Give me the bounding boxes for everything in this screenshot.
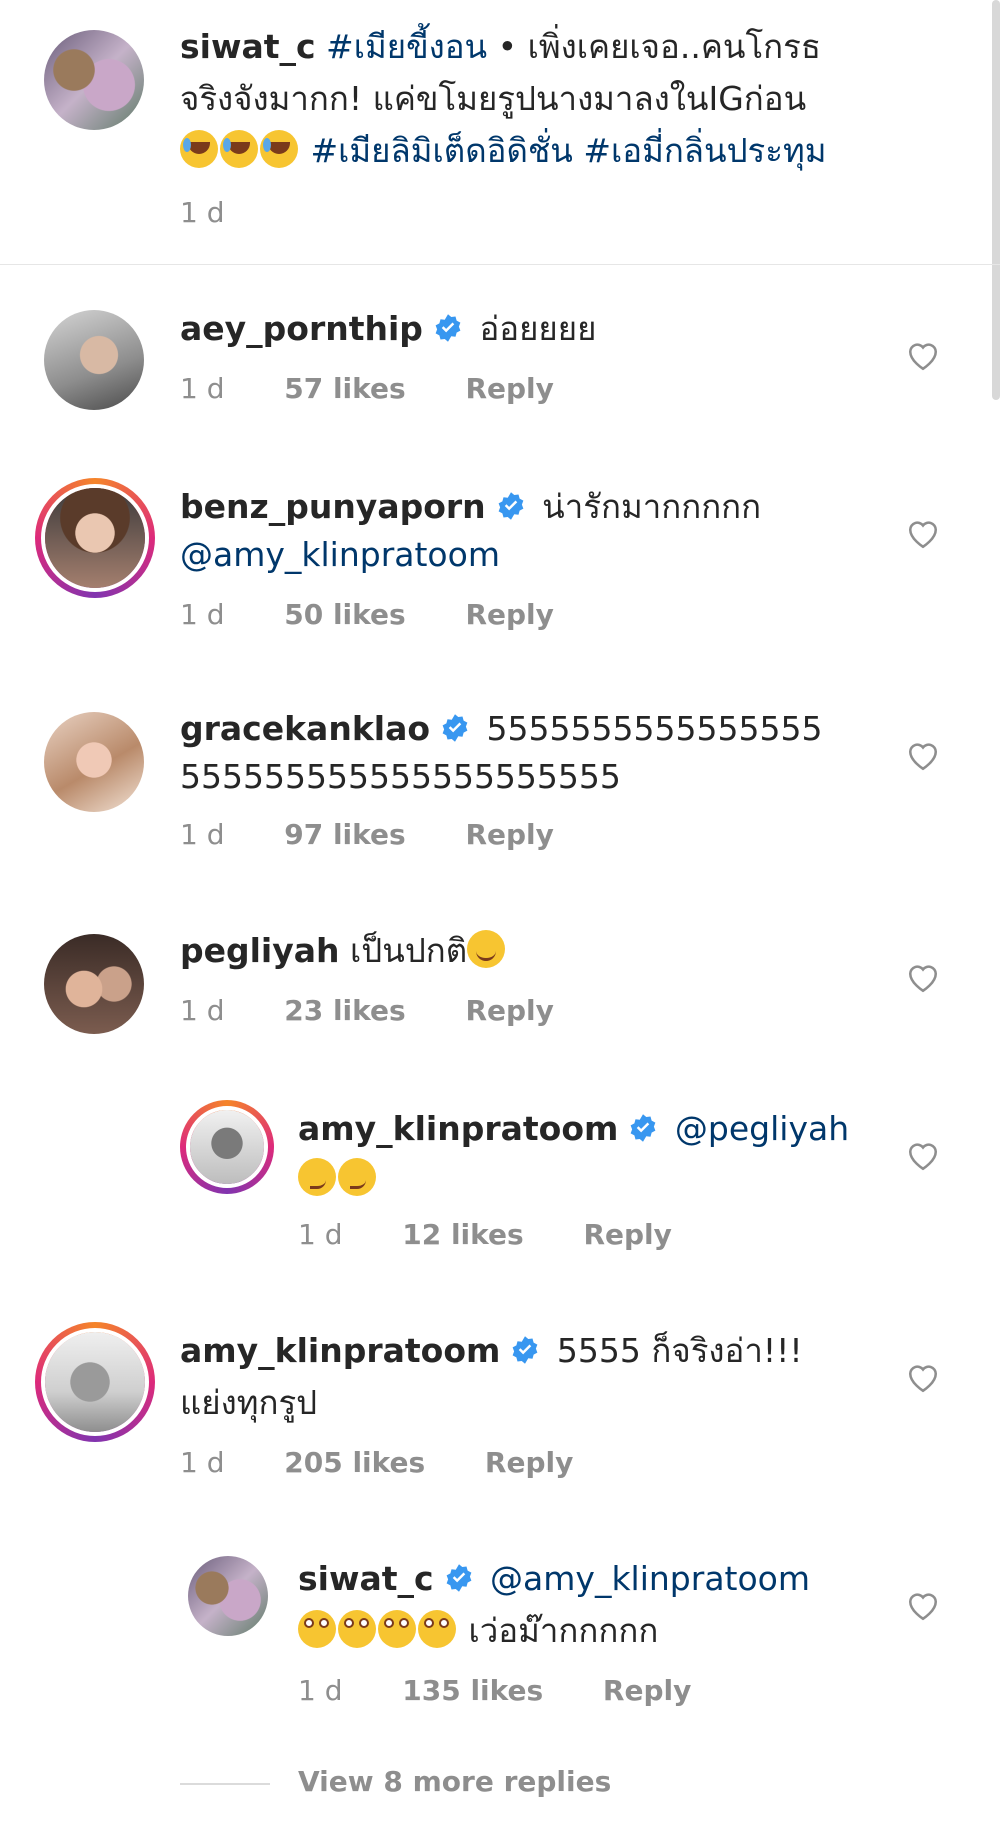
view-more-replies-button[interactable]: View 8 more replies bbox=[298, 1765, 611, 1798]
heart-icon[interactable] bbox=[906, 1140, 940, 1172]
reply-button[interactable]: Reply bbox=[465, 994, 553, 1027]
caption-line-3: #เมียลิมิเต็ดอิดิชั่น #เอมี่กลิ่นประทุม bbox=[180, 128, 827, 174]
avatar[interactable] bbox=[44, 30, 144, 130]
heart-icon[interactable] bbox=[906, 1590, 940, 1622]
comment-username[interactable]: amy_klinpratoom bbox=[298, 1109, 618, 1148]
caption-hashtags[interactable]: #เมียลิมิเต็ดอิดิชั่น #เอมี่กลิ่นประทุม bbox=[300, 131, 826, 170]
laughing-emoji-icon bbox=[220, 130, 258, 168]
verified-badge-icon bbox=[631, 1114, 656, 1142]
comment-username[interactable]: amy_klinpratoom bbox=[180, 1331, 500, 1370]
comment-time: 1 d bbox=[298, 1218, 343, 1251]
reply-button[interactable]: Reply bbox=[583, 1218, 671, 1251]
heart-icon[interactable] bbox=[906, 518, 940, 550]
reply-button[interactable]: Reply bbox=[485, 1446, 573, 1479]
smiling-emoji-icon bbox=[467, 930, 506, 968]
comment-mention[interactable]: @amy_klinpratoom bbox=[180, 532, 500, 578]
comment-time: 1 d bbox=[180, 1446, 225, 1479]
avatar[interactable] bbox=[44, 712, 144, 812]
comment-mention[interactable]: @amy_klinpratoom bbox=[490, 1559, 810, 1598]
reply-button[interactable]: Reply bbox=[603, 1674, 691, 1707]
comment-username[interactable]: benz_punyaporn bbox=[180, 487, 486, 526]
comment-username[interactable]: siwat_c bbox=[298, 1559, 434, 1598]
view-more-divider bbox=[180, 1783, 270, 1785]
avatar[interactable] bbox=[44, 310, 144, 410]
avatar[interactable] bbox=[180, 1100, 274, 1194]
eye-roll-emoji-icon bbox=[378, 1610, 416, 1648]
avatar[interactable] bbox=[44, 934, 144, 1034]
laughing-emoji-icon bbox=[180, 130, 218, 168]
comment-time: 1 d bbox=[180, 598, 225, 631]
caption-line-1: siwat_c #เมียขี้งอน • เพิ่งเคยเจอ..คนโกร… bbox=[180, 24, 821, 70]
comment-meta: 1 d 23 likes Reply bbox=[180, 994, 554, 1027]
likes-count[interactable]: 23 likes bbox=[284, 994, 405, 1027]
avatar[interactable] bbox=[35, 478, 155, 598]
heart-icon[interactable] bbox=[906, 340, 940, 372]
caption-username[interactable]: siwat_c bbox=[180, 27, 316, 66]
comment-body: 5555 ก็จริงอ่า!!! bbox=[556, 1331, 803, 1370]
comment-meta: 1 d 12 likes Reply bbox=[298, 1218, 672, 1251]
comment-meta: 1 d 50 likes Reply bbox=[180, 598, 554, 631]
comment-mention[interactable]: @pegliyah bbox=[675, 1109, 849, 1148]
comment-body-text: เว่อม๊ากกกกก bbox=[458, 1611, 659, 1650]
verified-badge-icon bbox=[446, 1564, 471, 1592]
comment-body: อ่อยยยย bbox=[479, 309, 597, 348]
smirk-emoji-icon bbox=[338, 1158, 376, 1196]
reply-button[interactable]: Reply bbox=[465, 598, 553, 631]
heart-icon[interactable] bbox=[906, 740, 940, 772]
eye-roll-emoji-icon bbox=[298, 1610, 336, 1648]
comment-body: เป็นปกติ bbox=[350, 931, 468, 970]
avatar[interactable] bbox=[35, 1322, 155, 1442]
verified-badge-icon bbox=[498, 492, 524, 520]
comment-body-line-2: 555555555555555555555 bbox=[180, 757, 621, 796]
smirk-emoji-icon bbox=[298, 1158, 336, 1196]
comment-text: benz_punyaporn น่ารักมากกกกก bbox=[180, 484, 761, 530]
comment-body: น่ารักมากกกกก bbox=[542, 487, 762, 526]
comment-text: siwat_c @amy_klinpratoom bbox=[298, 1556, 810, 1602]
comment-text: amy_klinpratoom @pegliyah bbox=[298, 1106, 849, 1152]
likes-count[interactable]: 12 likes bbox=[402, 1218, 523, 1251]
comment-body: 5555555555555555 bbox=[486, 709, 823, 748]
comment-text: pegliyah เป็นปกติ bbox=[180, 928, 507, 974]
comment-username[interactable]: pegliyah bbox=[180, 931, 340, 970]
comment-time: 1 d bbox=[180, 818, 225, 851]
likes-count[interactable]: 97 likes bbox=[284, 818, 405, 851]
likes-count[interactable]: 50 likes bbox=[284, 598, 405, 631]
avatar[interactable] bbox=[188, 1556, 268, 1636]
reply-button[interactable]: Reply bbox=[465, 372, 553, 405]
comment-username[interactable]: aey_pornthip bbox=[180, 309, 423, 348]
caption-text: • เพิ่งเคยเจอ..คนโกรธ bbox=[487, 27, 822, 66]
comment-time: 1 d bbox=[180, 372, 225, 405]
verified-badge-icon bbox=[513, 1336, 538, 1364]
comment-username[interactable]: gracekanklao bbox=[180, 709, 430, 748]
comment-meta: 1 d 135 likes Reply bbox=[298, 1674, 691, 1707]
comment-time: 1 d bbox=[180, 994, 225, 1027]
caption-line-2: จริงจังมากก! แค่ขโมยรูปนางมาลงในIGก่อน bbox=[180, 79, 807, 118]
heart-icon[interactable] bbox=[906, 962, 940, 994]
comment-time: 1 d bbox=[298, 1674, 343, 1707]
eye-roll-emoji-icon bbox=[418, 1610, 456, 1648]
comment-meta: 1 d 205 likes Reply bbox=[180, 1446, 573, 1479]
heart-icon[interactable] bbox=[906, 1362, 940, 1394]
comment-body: เว่อม๊ากกกกก bbox=[298, 1608, 658, 1654]
laughing-emoji-icon bbox=[260, 130, 298, 168]
likes-count[interactable]: 205 likes bbox=[284, 1446, 425, 1479]
likes-count[interactable]: 135 likes bbox=[402, 1674, 543, 1707]
comment-text: aey_pornthip อ่อยยยย bbox=[180, 306, 596, 352]
comment-meta: 1 d 57 likes Reply bbox=[180, 372, 554, 405]
comment-text: gracekanklao 5555555555555555 bbox=[180, 706, 822, 752]
verified-badge-icon bbox=[435, 314, 461, 342]
comment-body-line-2: แย่งทุกรูป bbox=[180, 1383, 318, 1422]
caption-hashtag[interactable]: #เมียขี้งอน bbox=[326, 27, 487, 66]
likes-count[interactable]: 57 likes bbox=[284, 372, 405, 405]
comment-text: amy_klinpratoom 5555 ก็จริงอ่า!!! bbox=[180, 1328, 803, 1374]
comment-meta: 1 d 97 likes Reply bbox=[180, 818, 554, 851]
verified-badge-icon bbox=[442, 714, 468, 742]
comment-emojis bbox=[298, 1156, 378, 1202]
reply-button[interactable]: Reply bbox=[465, 818, 553, 851]
caption-time: 1 d bbox=[180, 196, 225, 229]
eye-roll-emoji-icon bbox=[338, 1610, 376, 1648]
post-caption: siwat_c #เมียขี้งอน • เพิ่งเคยเจอ..คนโกร… bbox=[0, 0, 1000, 265]
